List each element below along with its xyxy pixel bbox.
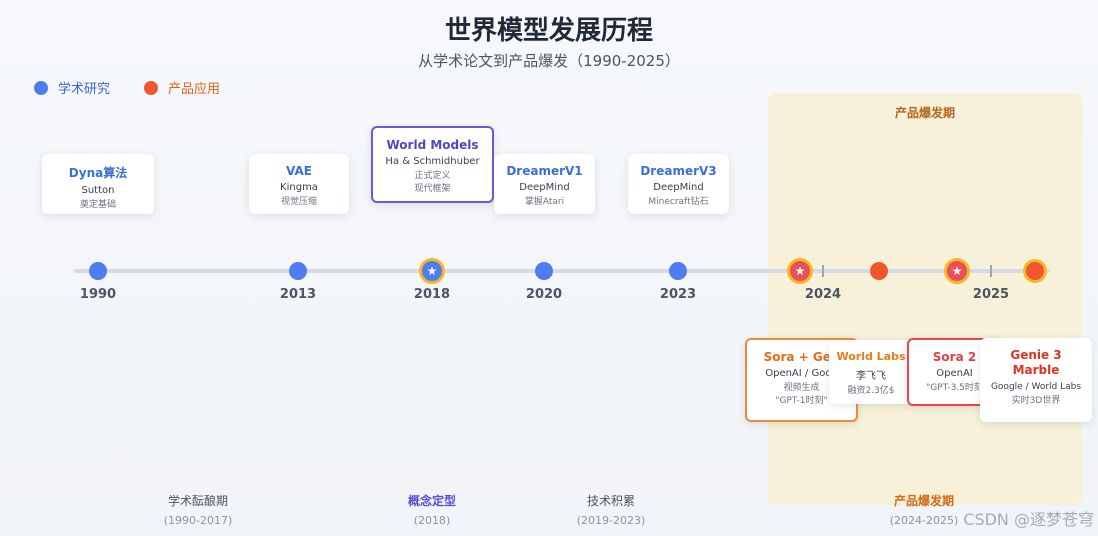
timeline-tick — [990, 265, 992, 277]
star-node-2025-icon[interactable]: ★ — [944, 258, 970, 284]
legend-label-academic: 学术研究 — [58, 82, 111, 97]
card-author: Ha & Schmidhuber — [385, 156, 480, 167]
card-desc: Minecraft钻石 — [648, 197, 709, 207]
card-title: Dyna算法 — [68, 166, 128, 180]
card-title: Genie 3 Marble — [980, 348, 1092, 378]
card-author: Kingma — [280, 182, 318, 193]
card-author: 李飞飞 — [856, 371, 886, 382]
card-desc-line: 现代框架 — [414, 184, 451, 194]
card-world-labs[interactable]: World Labs 李飞飞 融资2.3亿$ — [829, 340, 913, 404]
card-author: DeepMind — [653, 182, 704, 193]
card-dyna[interactable]: Dyna算法 Sutton 奠定基础 — [42, 154, 154, 214]
card-desc: 视觉压缩 — [280, 197, 317, 207]
phase-product: 产品爆发期 (2024-2025) — [890, 492, 959, 527]
year-label: 2013 — [279, 287, 317, 302]
page-subtitle: 从学术论文到产品爆发（1990-2025） — [418, 52, 680, 70]
legend-item-academic: 学术研究 — [34, 78, 110, 97]
card-desc: 奠定基础 — [79, 200, 116, 210]
card-author: DeepMind — [519, 182, 570, 193]
card-genie3-marble[interactable]: Genie 3 Marble Google / World Labs 实时3D世界 — [980, 338, 1092, 422]
year-label: 1990 — [79, 287, 117, 302]
card-world-models[interactable]: World Models Ha & Schmidhuber 正式定义现代框架 — [371, 126, 494, 203]
year-label: 2018 — [413, 287, 451, 302]
year-label: 2020 — [525, 287, 563, 302]
phase-concept: 概念定型 (2018) — [408, 492, 456, 527]
phase-range: (2024-2025) — [889, 514, 959, 527]
academic-dot-icon — [34, 80, 48, 95]
card-desc: 实时3D世界 — [1011, 396, 1061, 406]
card-title: DreamerV3 — [640, 164, 717, 178]
card-title: VAE — [286, 164, 312, 178]
legend-item-product: 产品应用 — [144, 78, 220, 97]
product-zone-label: 产品爆发期 — [894, 106, 955, 120]
timeline-axis — [74, 269, 1050, 273]
phase-academic: 学术酝酿期 (1990-2017) — [164, 492, 233, 527]
year-label: 2023 — [659, 287, 697, 302]
card-desc: 正式定义 现代框架 — [373, 170, 492, 196]
star-node-2024-icon[interactable]: ★ — [787, 258, 813, 284]
timeline-node-2013[interactable] — [289, 262, 307, 280]
card-author: Google / World Labs — [990, 382, 1082, 392]
card-desc: 掌握Atari — [524, 197, 565, 207]
card-desc-line: 视频生成 — [783, 383, 820, 393]
watermark: CSDN @逐梦苍穹 — [963, 510, 1094, 529]
timeline-node-2020[interactable] — [535, 262, 553, 280]
star-node-2018-icon[interactable]: ★ — [419, 258, 445, 284]
card-dreamerv1[interactable]: DreamerV1 DeepMind 掌握Atari — [494, 154, 595, 214]
card-vae[interactable]: VAE Kingma 视觉压缩 — [249, 154, 349, 214]
timeline-node-1990[interactable] — [89, 262, 107, 280]
card-title: World Labs — [836, 350, 906, 363]
phase-range: (1990-2017) — [163, 514, 233, 527]
card-dreamerv3[interactable]: DreamerV3 DeepMind Minecraft钻石 — [628, 154, 729, 214]
phase-tech: 技术积累 (2019-2023) — [577, 492, 646, 527]
product-dot-icon — [144, 80, 159, 95]
phase-name: 学术酝酿期 — [167, 494, 229, 508]
phase-name: 概念定型 — [407, 494, 457, 508]
timeline-node-genie3[interactable] — [1023, 259, 1047, 283]
card-title: World Models — [386, 138, 479, 152]
card-title: DreamerV1 — [506, 164, 583, 178]
card-author: Sutton — [81, 185, 115, 196]
timeline-node-world-labs[interactable] — [870, 262, 888, 280]
card-desc-line: "GPT-1时刻" — [775, 396, 828, 406]
legend: 学术研究 产品应用 — [34, 78, 220, 97]
page-title: 世界模型发展历程 — [444, 16, 653, 46]
timeline-tick — [822, 265, 824, 277]
phase-name: 技术积累 — [586, 494, 636, 508]
card-desc-line: 正式定义 — [414, 171, 451, 181]
phase-range: (2018) — [413, 514, 451, 527]
card-title-line: Marble — [1012, 363, 1060, 377]
card-title-line: Genie 3 — [1010, 348, 1062, 362]
phase-name: 产品爆发期 — [893, 494, 955, 508]
timeline-node-2023[interactable] — [669, 262, 687, 280]
legend-label-product: 产品应用 — [168, 82, 221, 97]
year-label: 2024 — [804, 287, 842, 302]
card-desc: 融资2.3亿$ — [847, 386, 895, 396]
year-label: 2025 — [972, 287, 1010, 302]
phase-range: (2019-2023) — [576, 514, 646, 527]
